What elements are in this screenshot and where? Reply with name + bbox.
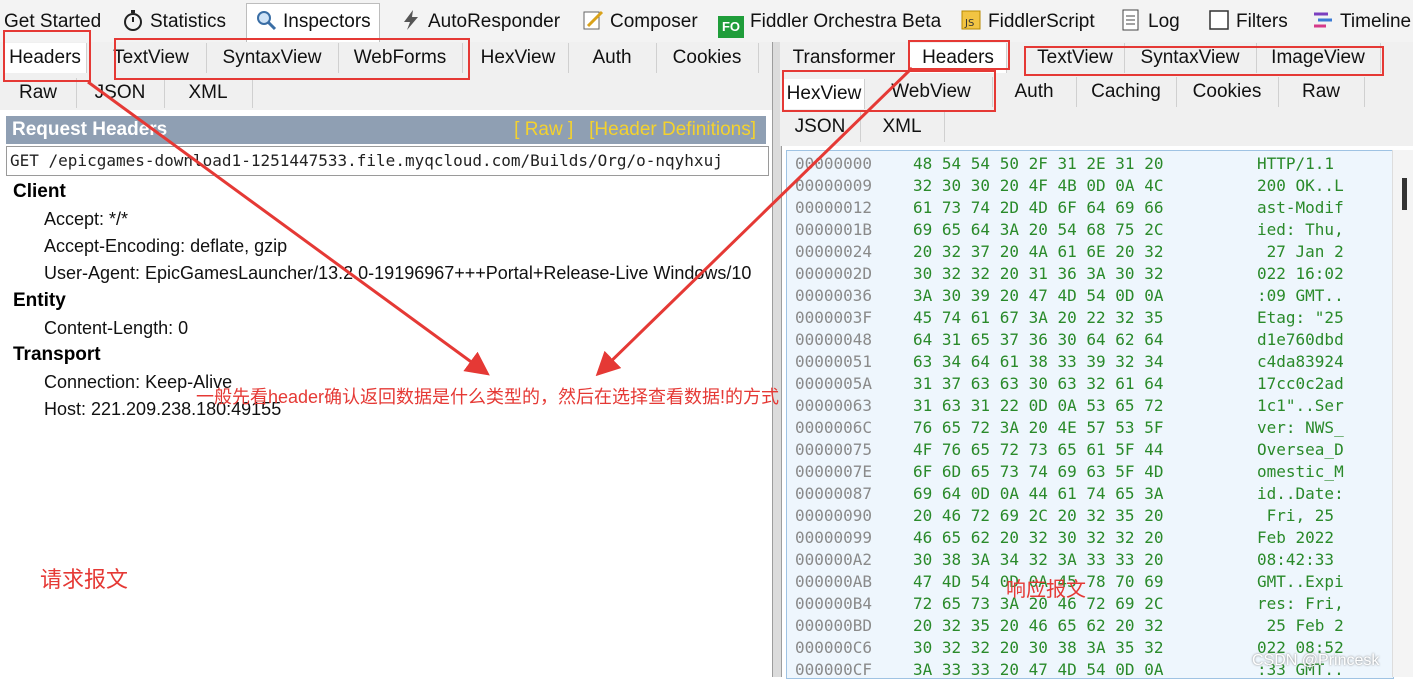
arrow-from-response-headers <box>595 66 914 377</box>
request-annotation: 请求报文 <box>40 567 129 592</box>
response-annotation: 响应报文 <box>1006 579 1086 601</box>
center-annotation: 一般先看header确认返回数据是什么类型的，然后在选择查看数据!的方式 <box>196 387 780 407</box>
annotation-arrows <box>87 66 914 377</box>
watermark: CSDN @Princesk <box>1252 652 1380 669</box>
arrow-from-request-headers <box>87 80 490 376</box>
